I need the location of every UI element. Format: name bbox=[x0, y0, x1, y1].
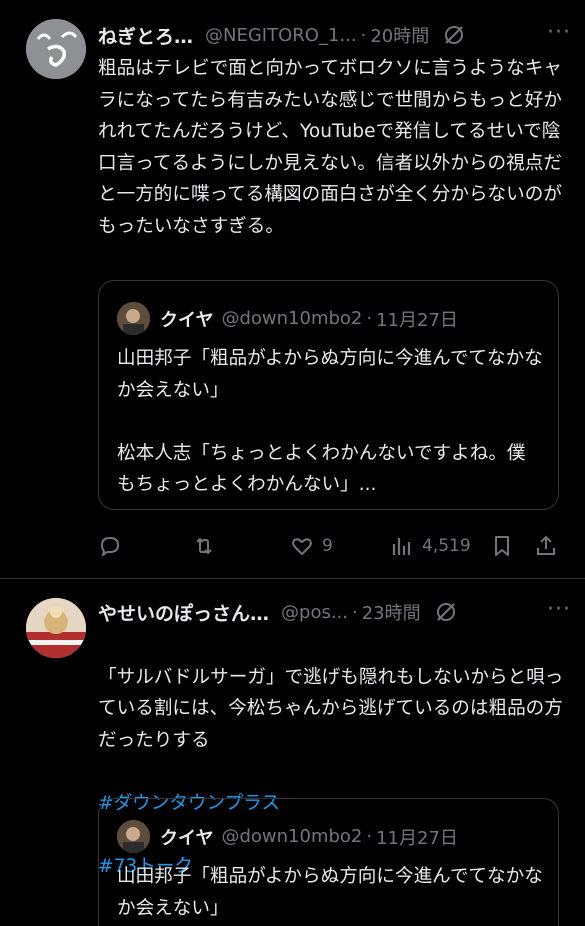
quoted-avatar bbox=[117, 820, 150, 853]
grok-icon[interactable] bbox=[441, 22, 467, 48]
bookmark-button[interactable] bbox=[490, 528, 514, 564]
author-name[interactable]: やせいのぽっさん… bbox=[98, 599, 269, 626]
quoted-date: 11月27日 bbox=[376, 827, 458, 849]
quoted-tweet-text: 山田邦子「粗品がよからぬ方向に今進んでてなかなか会えない」 松本人志「ちょっとよ… bbox=[117, 348, 543, 495]
tweet[interactable]: やせいのぽっさん… @pos... · 23時間 ··· 「サルバドルサーガ」で… bbox=[0, 579, 585, 926]
action-bar: 9 4,519 bbox=[98, 528, 571, 564]
quoted-author-handle: @down10mbo2 bbox=[221, 826, 363, 847]
views-count: 4,519 bbox=[422, 536, 471, 556]
quoted-tweet[interactable]: クイヤ @down10mbo2 · 11月27日 山田邦子「粗品がよからぬ方向に… bbox=[98, 280, 559, 510]
heart-icon bbox=[292, 538, 312, 555]
avatar-image-icon bbox=[26, 598, 86, 658]
tweet-header: ねぎとろ… @NEGITORO_1... · 20時間 bbox=[98, 20, 569, 50]
bookmark-icon bbox=[495, 536, 509, 556]
reply-icon bbox=[101, 537, 119, 556]
timestamp[interactable]: 23時間 bbox=[362, 599, 421, 625]
quoted-author-name: クイヤ bbox=[160, 309, 214, 331]
separator-dot: · bbox=[352, 601, 358, 623]
separator-dot: · bbox=[360, 24, 367, 46]
reply-button[interactable] bbox=[98, 528, 130, 564]
avatar[interactable] bbox=[26, 598, 86, 658]
share-icon bbox=[537, 535, 555, 555]
author-handle[interactable]: @NEGITORO_1... bbox=[205, 25, 357, 46]
author-name[interactable]: ねぎとろ… bbox=[98, 22, 193, 49]
more-options-icon[interactable]: ··· bbox=[547, 597, 571, 622]
grok-icon[interactable] bbox=[433, 599, 459, 625]
views-button[interactable]: 4,519 bbox=[390, 528, 471, 564]
more-options-icon[interactable]: ··· bbox=[547, 20, 571, 45]
author-handle[interactable]: @pos... bbox=[281, 602, 348, 623]
quoted-avatar bbox=[117, 302, 150, 335]
quoted-author-name: クイヤ bbox=[160, 827, 214, 849]
separator-dot: · bbox=[366, 826, 373, 847]
quoted-date: 11月27日 bbox=[376, 309, 458, 331]
like-button[interactable]: 9 bbox=[290, 528, 333, 564]
retweet-button[interactable] bbox=[192, 528, 224, 564]
retweet-icon bbox=[196, 537, 212, 555]
share-button[interactable] bbox=[534, 528, 558, 564]
quoted-tweet-header: クイヤ @down10mbo2 · 11月27日 bbox=[117, 302, 458, 335]
timestamp[interactable]: 20時間 bbox=[370, 22, 429, 48]
quoted-author-handle: @down10mbo2 bbox=[221, 308, 363, 329]
tweet-header: やせいのぽっさん… @pos... · 23時間 bbox=[98, 597, 569, 627]
quoted-tweet-header: クイヤ @down10mbo2 · 11月27日 bbox=[117, 820, 458, 853]
tweet-text: 粗品はテレビで面と向かってボロクソに言うようなキャラになってたら有吉みたいな感じ… bbox=[98, 58, 562, 237]
tweet-text: 「サルバドルサーガ」で逃げも隠れもしないからと唄っている割には、今松ちゃんから逃… bbox=[98, 666, 564, 751]
quoted-tweet[interactable]: クイヤ @down10mbo2 · 11月27日 山田邦子「粗品がよからぬ方向に… bbox=[98, 798, 559, 926]
avatar[interactable] bbox=[26, 19, 86, 79]
like-count: 9 bbox=[322, 536, 333, 556]
quoted-tweet-text: 山田邦子「粗品がよからぬ方向に今進んでてなかなか会えない」 bbox=[117, 866, 543, 919]
tweet[interactable]: ねぎとろ… @NEGITORO_1... · 20時間 ··· 粗品はテレビで面… bbox=[0, 0, 585, 578]
separator-dot: · bbox=[366, 308, 373, 329]
views-icon bbox=[392, 538, 411, 555]
avatar-logo-icon bbox=[26, 19, 86, 79]
